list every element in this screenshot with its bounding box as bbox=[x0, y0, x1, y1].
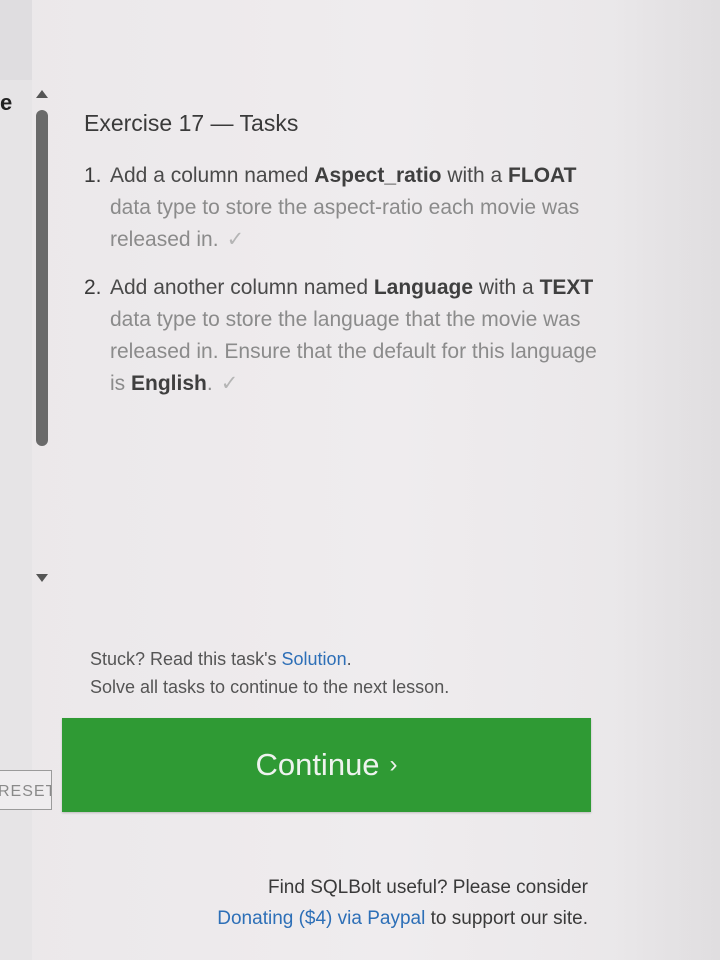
task-list: 1. Add a column named Aspect_ratio with … bbox=[84, 160, 604, 416]
editor-panel-edge bbox=[0, 0, 32, 960]
check-icon: ✓ bbox=[220, 372, 239, 395]
panel-edge-text: e bbox=[0, 90, 13, 115]
data-type: FLOAT bbox=[508, 164, 577, 187]
continue-button[interactable]: Continue › bbox=[62, 718, 591, 812]
data-type: TEXT bbox=[539, 276, 594, 299]
screen-shade bbox=[610, 0, 720, 960]
donate-line-2: Donating ($4) via Paypal to support our … bbox=[217, 908, 588, 929]
continue-label: Continue bbox=[255, 747, 380, 782]
scroll-down-arrow-icon[interactable] bbox=[36, 574, 48, 582]
column-name: Aspect_ratio bbox=[314, 164, 442, 187]
scroll-up-arrow-icon[interactable] bbox=[36, 90, 48, 98]
donate-line-1: Find SQLBolt useful? Please consider bbox=[267, 877, 588, 898]
task-number: 1. bbox=[84, 164, 102, 187]
task-item: 2. Add another column named Language wit… bbox=[84, 272, 604, 400]
chevron-right-icon: › bbox=[389, 751, 398, 778]
hint-line-1: Stuck? Read this task's Solution. bbox=[90, 649, 352, 669]
column-name: Language bbox=[373, 276, 474, 299]
scrollbar-thumb[interactable] bbox=[36, 110, 48, 446]
donate-message: Find SQLBolt useful? Please consider Don… bbox=[217, 872, 588, 934]
hint-line-2: Solve all tasks to continue to the next … bbox=[90, 677, 450, 697]
solution-link[interactable]: Solution bbox=[282, 649, 347, 669]
default-value: English bbox=[131, 372, 207, 395]
exercise-title: Exercise 17 — Tasks bbox=[84, 110, 299, 136]
check-icon: ✓ bbox=[226, 228, 245, 251]
donate-link[interactable]: Donating ($4) via Paypal bbox=[217, 908, 425, 929]
hint-text: Stuck? Read this task's Solution. Solve … bbox=[90, 645, 449, 701]
task-text: Add a column named Aspect_ratio with a F… bbox=[110, 164, 580, 251]
task-number: 2. bbox=[84, 276, 102, 299]
reset-button[interactable]: RESET bbox=[0, 770, 52, 810]
editor-panel-header bbox=[0, 0, 32, 80]
task-text: Add another column named Language with a… bbox=[110, 276, 597, 395]
task-item: 1. Add a column named Aspect_ratio with … bbox=[84, 160, 604, 256]
